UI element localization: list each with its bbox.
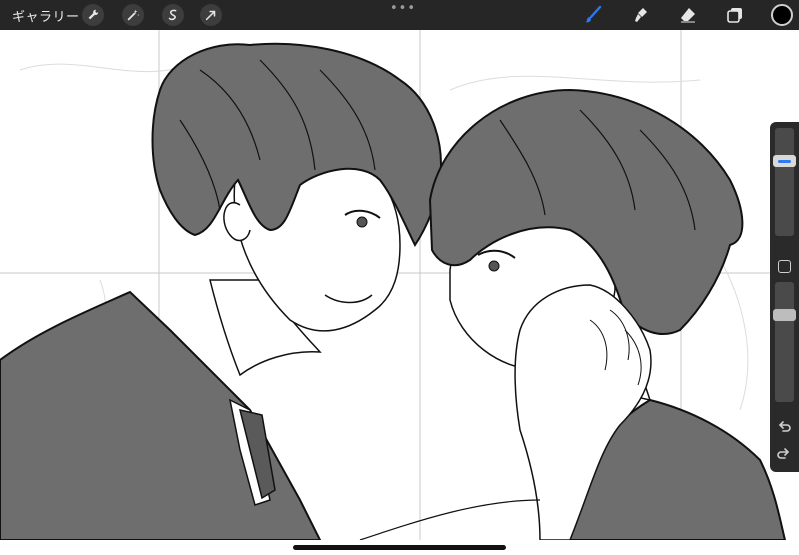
brush-size-slider-knob[interactable] [773,154,796,167]
magic-wand-icon[interactable] [122,4,144,26]
drawing-canvas[interactable] [0,30,799,540]
transform-arrow-icon[interactable] [200,4,222,26]
more-options-dots[interactable]: ••• [390,1,416,16]
eraser-icon[interactable] [677,4,699,26]
smudge-icon[interactable] [630,4,652,26]
top-toolbar: ギャラリー ••• [0,0,799,30]
opacity-slider-knob[interactable] [773,309,796,321]
brush-icon[interactable] [582,4,604,26]
opacity-slider[interactable] [775,282,794,402]
side-control-bar [770,122,799,472]
wrench-icon[interactable] [82,4,104,26]
redo-icon[interactable] [776,446,792,462]
home-indicator[interactable] [293,545,506,550]
modify-button[interactable] [778,260,791,273]
color-picker-swatch[interactable] [771,4,793,26]
layers-icon[interactable] [724,4,746,26]
brush-size-slider[interactable] [775,128,794,236]
artwork [0,30,799,540]
undo-icon[interactable] [776,419,792,435]
selection-icon[interactable] [162,4,184,26]
gallery-button[interactable]: ギャラリー [12,6,80,25]
brush-size-accent [778,159,791,163]
